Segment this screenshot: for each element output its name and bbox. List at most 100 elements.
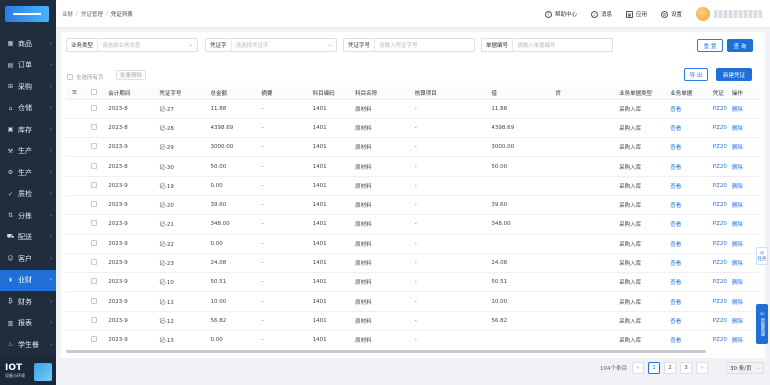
voucher-link[interactable]: PZ20 bbox=[708, 118, 728, 139]
row-checkbox[interactable] bbox=[90, 201, 97, 208]
sidebar-item[interactable]: ▤ 订单 › bbox=[0, 55, 56, 77]
reset-button[interactable]: 重 置 bbox=[697, 39, 723, 52]
select-all-pages[interactable]: 全选所有页 bbox=[67, 73, 104, 81]
new-voucher-button[interactable]: 新建凭证 bbox=[716, 68, 752, 81]
doc-no-input[interactable]: 单据编号 请输入单据编号 bbox=[481, 38, 613, 52]
voucher-link[interactable]: PZ20 bbox=[708, 214, 728, 235]
voucher-link[interactable]: PZ20 bbox=[708, 311, 728, 332]
row-checkbox[interactable] bbox=[90, 278, 97, 285]
row-checkbox[interactable] bbox=[90, 123, 97, 130]
voucher-link[interactable]: PZ20 bbox=[708, 195, 728, 216]
voucher-link[interactable]: PZ20 bbox=[708, 99, 728, 119]
sidebar-item[interactable]: ₿ 财务 › bbox=[0, 291, 56, 313]
service-float-button[interactable]: ☏ 智能客服 bbox=[756, 304, 768, 344]
breadcrumb-item[interactable]: 凭证管理 bbox=[81, 10, 103, 18]
view-link[interactable]: 查看 bbox=[666, 272, 709, 293]
row-checkbox[interactable] bbox=[90, 162, 97, 169]
view-link[interactable]: 查看 bbox=[666, 195, 709, 216]
view-link[interactable]: 查看 bbox=[666, 214, 709, 235]
column-settings-icon[interactable]: ☰ bbox=[66, 87, 84, 100]
header-checkbox-cell[interactable] bbox=[83, 87, 105, 100]
breadcrumb-item[interactable]: 业财 bbox=[62, 10, 73, 18]
view-link[interactable]: 查看 bbox=[666, 137, 709, 158]
row-checkbox-cell[interactable] bbox=[83, 253, 105, 274]
voucher-link[interactable]: PZ20 bbox=[708, 291, 728, 312]
row-checkbox[interactable] bbox=[90, 316, 97, 323]
row-checkbox-cell[interactable] bbox=[83, 156, 105, 177]
row-checkbox-cell[interactable] bbox=[83, 234, 105, 254]
page-button-3[interactable]: 3 bbox=[680, 362, 692, 374]
voucher-word-select[interactable]: 凭证字 请选择凭证字 ⌄ bbox=[205, 38, 337, 52]
sidebar-item[interactable]: ⌂ 仓储 › bbox=[0, 98, 56, 120]
row-checkbox-cell[interactable] bbox=[83, 137, 105, 158]
row-checkbox[interactable] bbox=[90, 181, 97, 188]
apps-link[interactable]: ▦ 应用 bbox=[625, 10, 647, 18]
sidebar-item[interactable]: ⚙ 生产 › bbox=[0, 162, 56, 184]
row-checkbox-cell[interactable] bbox=[83, 99, 105, 119]
row-checkbox[interactable] bbox=[90, 297, 97, 304]
iot-panel[interactable]: IOT 设备与环境 bbox=[0, 357, 56, 385]
sidebar-item[interactable]: ☺ 客户 › bbox=[0, 248, 56, 270]
logo[interactable] bbox=[0, 0, 56, 28]
business-type-select[interactable]: 业务类型 请选择业务类型 ⌄ bbox=[66, 38, 198, 52]
voucher-no-input[interactable]: 凭证字号 请输入凭证字号 bbox=[343, 38, 475, 52]
delete-link[interactable]: 删除 bbox=[727, 214, 760, 235]
avatar[interactable] bbox=[696, 7, 710, 21]
page-size-select[interactable]: 30 条/页 ⌄ bbox=[726, 362, 764, 374]
row-checkbox[interactable] bbox=[90, 336, 97, 343]
view-link[interactable]: 查看 bbox=[666, 156, 709, 177]
sidebar-item[interactable]: ♨ 学生餐 › bbox=[0, 334, 56, 356]
row-checkbox-cell[interactable] bbox=[83, 176, 105, 196]
voucher-link[interactable]: PZ20 bbox=[708, 330, 728, 349]
sidebar-item[interactable]: ⛟ 配送 › bbox=[0, 227, 56, 249]
voucher-link[interactable]: PZ20 bbox=[708, 176, 728, 196]
search-button[interactable]: 查 询 bbox=[727, 39, 753, 52]
sidebar-item[interactable]: ⊞ 采购 › bbox=[0, 76, 56, 98]
delete-link[interactable]: 删除 bbox=[727, 195, 760, 216]
messages-link[interactable]: ♪ 消息 bbox=[590, 10, 612, 18]
row-checkbox[interactable] bbox=[90, 239, 97, 246]
horizontal-scrollbar[interactable] bbox=[66, 350, 706, 353]
voucher-link[interactable]: PZ20 bbox=[708, 156, 728, 177]
view-link[interactable]: 查看 bbox=[666, 234, 709, 254]
settings-link[interactable]: ⚙ 设置 bbox=[660, 10, 682, 18]
row-checkbox-cell[interactable] bbox=[83, 291, 105, 312]
voucher-link[interactable]: PZ20 bbox=[708, 234, 728, 254]
voucher-link[interactable]: PZ20 bbox=[708, 137, 728, 158]
view-link[interactable]: 查看 bbox=[666, 291, 709, 312]
page-button-1[interactable]: 1 bbox=[648, 362, 660, 374]
row-checkbox-cell[interactable] bbox=[83, 214, 105, 235]
row-checkbox[interactable] bbox=[90, 143, 97, 150]
view-link[interactable]: 查看 bbox=[666, 330, 709, 349]
row-checkbox[interactable] bbox=[90, 220, 97, 227]
delete-link[interactable]: 删除 bbox=[727, 272, 760, 293]
row-checkbox[interactable] bbox=[90, 259, 97, 266]
view-link[interactable]: 查看 bbox=[666, 311, 709, 332]
help-center-link[interactable]: ? 帮助中心 bbox=[544, 10, 577, 18]
view-link[interactable]: 查看 bbox=[666, 99, 709, 119]
task-float-button[interactable]: ◎ 任务 bbox=[756, 247, 768, 265]
next-page-button[interactable]: › bbox=[696, 362, 708, 374]
sidebar-item[interactable]: ▥ 报表 › bbox=[0, 313, 56, 335]
delete-link[interactable]: 删除 bbox=[727, 156, 760, 177]
voucher-link[interactable]: PZ20 bbox=[708, 253, 728, 274]
page-button-2[interactable]: 2 bbox=[664, 362, 676, 374]
view-link[interactable]: 查看 bbox=[666, 118, 709, 139]
username-blurred[interactable] bbox=[714, 10, 762, 18]
sidebar-item[interactable]: ¥ 业财 › bbox=[0, 269, 56, 291]
row-checkbox-cell[interactable] bbox=[83, 272, 105, 293]
sidebar-item[interactable]: ▣ 库存 › bbox=[0, 119, 56, 141]
row-checkbox-cell[interactable] bbox=[83, 330, 105, 349]
delete-link[interactable]: 删除 bbox=[727, 176, 760, 196]
row-checkbox-cell[interactable] bbox=[83, 311, 105, 332]
batch-delete-button[interactable]: 批量删除 bbox=[116, 70, 147, 80]
view-link[interactable]: 查看 bbox=[666, 176, 709, 196]
row-checkbox-cell[interactable] bbox=[83, 118, 105, 139]
sidebar-item[interactable]: ✓ 质检 › bbox=[0, 184, 56, 206]
sidebar-item[interactable]: ⇅ 分拣 › bbox=[0, 205, 56, 227]
sidebar-item[interactable]: ▦ 商品 › bbox=[0, 33, 56, 55]
delete-link[interactable]: 删除 bbox=[727, 99, 760, 119]
voucher-link[interactable]: PZ20 bbox=[708, 272, 728, 293]
select-all-checkbox[interactable] bbox=[67, 74, 73, 80]
header-checkbox[interactable] bbox=[90, 88, 97, 95]
